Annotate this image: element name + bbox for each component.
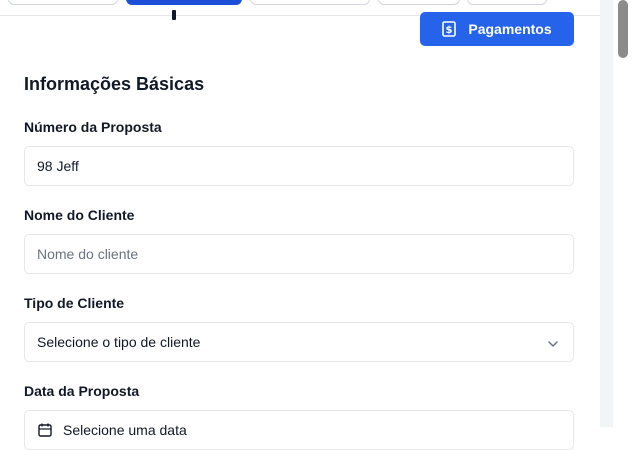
payments-button-label: Pagamentos [468,21,552,37]
dollar-document-icon: $ [442,21,457,37]
page-heading-clipped [172,0,178,20]
top-tab-1[interactable] [8,0,118,5]
svg-text:$: $ [446,25,453,36]
client-type-label: Tipo de Cliente [24,295,125,311]
scrollbar-gutter[interactable] [613,0,643,427]
client-name-placeholder: Nome do cliente [37,246,139,262]
proposal-number-label: Número da Proposta [24,119,162,135]
section-title: Informações Básicas [24,74,205,94]
chevron-down-icon [547,337,559,353]
proposal-number-value: 98 Jeff [37,158,79,174]
top-tab-5[interactable] [467,0,547,5]
top-tab-3[interactable] [250,0,370,5]
top-tab-4[interactable] [378,0,460,5]
calendar-icon [37,422,53,438]
proposal-date-value: Selecione uma data [63,422,187,438]
proposal-date-button[interactable]: Selecione uma data [24,410,574,450]
client-name-field[interactable]: Nome do cliente [24,234,574,274]
proposal-date-label: Data da Proposta [24,383,140,399]
client-name-label: Nome do Cliente [24,207,135,223]
top-tab-active[interactable] [126,0,242,5]
client-type-select[interactable]: Selecione o tipo de cliente [24,322,574,362]
payments-button[interactable]: $ Pagamentos [420,12,574,46]
proposal-number-field[interactable]: 98 Jeff [24,146,574,186]
scrollbar-thumb[interactable] [618,0,628,58]
client-type-value: Selecione o tipo de cliente [37,334,201,350]
